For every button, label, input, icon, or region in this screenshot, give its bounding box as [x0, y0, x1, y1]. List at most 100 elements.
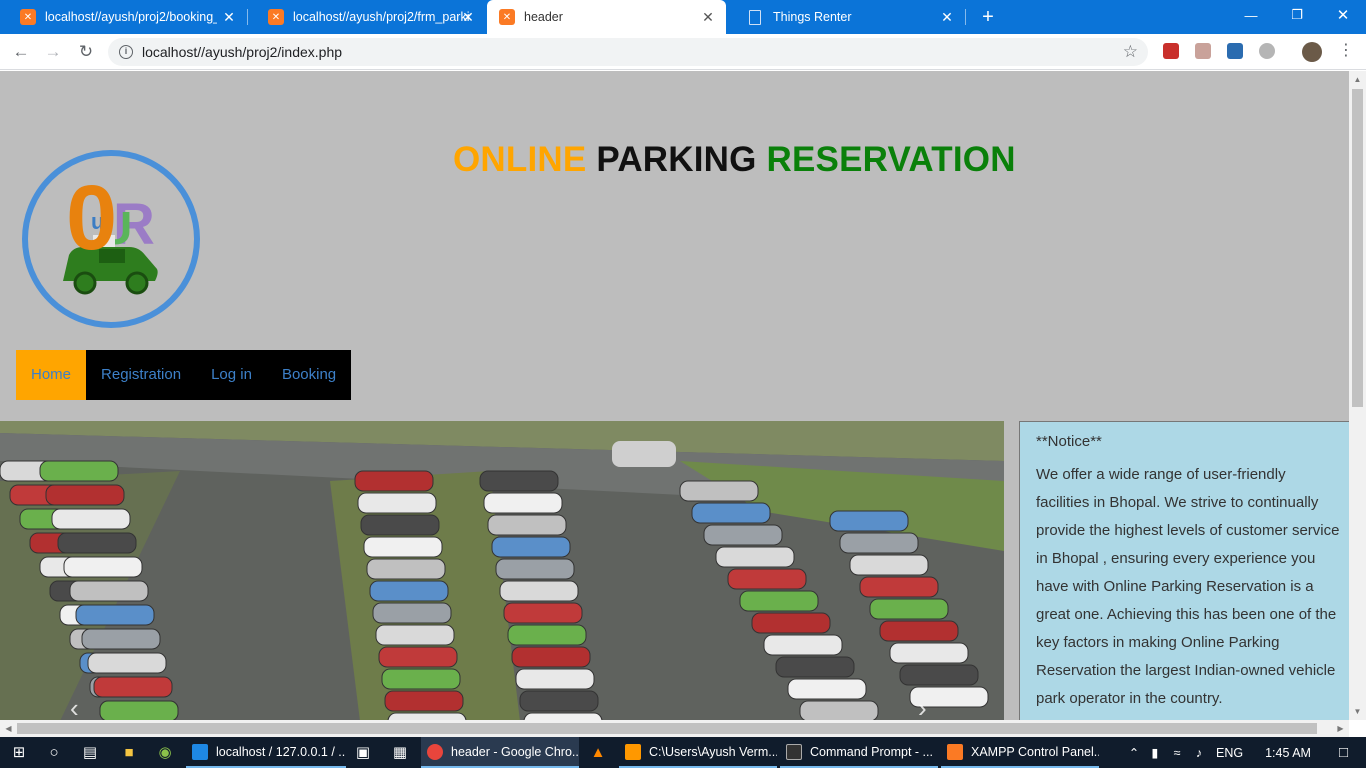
- parked-car: [372, 602, 452, 624]
- tab-close-icon[interactable]: ✕: [221, 9, 237, 25]
- extension-icon[interactable]: [1259, 43, 1275, 59]
- parked-car: [487, 514, 567, 536]
- menu-login[interactable]: Log in: [196, 350, 267, 400]
- language-indicator[interactable]: ENG: [1216, 746, 1243, 760]
- parked-car: [57, 532, 137, 554]
- tab-separator: [965, 9, 966, 25]
- profile-avatar[interactable]: [1302, 42, 1322, 62]
- browser-tab-things-renter[interactable]: Things Renter ✕: [727, 0, 965, 34]
- parked-car: [511, 646, 591, 668]
- vertical-scrollbar[interactable]: ▲ ▼: [1349, 71, 1366, 720]
- main-menu: Home Registration Log in Booking: [16, 350, 352, 400]
- notification-icon[interactable]: □: [1339, 744, 1348, 761]
- parked-car: [691, 502, 771, 524]
- parked-car: [75, 604, 155, 626]
- menu-booking[interactable]: Booking: [267, 350, 351, 400]
- parked-car: [366, 558, 446, 580]
- title-parking: PARKING: [596, 140, 757, 179]
- tab-title: localhost//ayush/proj2/frm_parki: [293, 10, 469, 24]
- scroll-up-icon[interactable]: ▲: [1349, 71, 1366, 88]
- tab-close-icon[interactable]: ✕: [939, 9, 955, 25]
- sublime-icon: [625, 743, 641, 760]
- task-view-icon[interactable]: ▤: [80, 743, 100, 763]
- volume-icon[interactable]: ♪: [1188, 746, 1210, 760]
- tab-title: header: [524, 10, 563, 24]
- parked-car: [499, 580, 579, 602]
- parked-car: [45, 484, 125, 506]
- tab-title: localhost//ayush/proj2/booking_: [45, 10, 217, 24]
- app-icon[interactable]: ◉: [155, 743, 175, 763]
- file-explorer-icon[interactable]: ■: [119, 743, 139, 763]
- clock[interactable]: 1:45 AM: [1265, 746, 1311, 760]
- wifi-icon[interactable]: ≈: [1166, 746, 1188, 760]
- tab-close-icon[interactable]: ✕: [700, 9, 716, 25]
- bookmark-star-icon[interactable]: ☆: [1123, 42, 1138, 62]
- menu-registration[interactable]: Registration: [86, 350, 196, 400]
- windows-start-icon[interactable]: ⊞: [9, 743, 29, 763]
- scroll-left-icon[interactable]: ◀: [0, 720, 17, 737]
- parked-car: [483, 492, 563, 514]
- scroll-right-icon[interactable]: ▶: [1332, 720, 1349, 737]
- browser-tab-header[interactable]: ✕ header ✕: [487, 0, 726, 34]
- notice-panel: **Notice** We offer a wide range of user…: [1019, 421, 1349, 720]
- parked-car: [387, 712, 467, 720]
- minimize-icon[interactable]: —: [1228, 0, 1274, 30]
- vertical-scroll-thumb[interactable]: [1352, 89, 1363, 407]
- parked-car: [378, 646, 458, 668]
- horizontal-scroll-thumb[interactable]: [17, 723, 1317, 734]
- parked-car: [503, 602, 583, 624]
- taskbar-item-label: localhost / 127.0.0.1 / ...: [216, 744, 346, 759]
- pdf-extension-icon[interactable]: [1195, 43, 1211, 59]
- parked-car: [879, 620, 959, 642]
- battery-icon[interactable]: ▮: [1144, 745, 1166, 760]
- browser-tab-frm-parking[interactable]: ✕ localhost//ayush/proj2/frm_parki ✕: [248, 0, 486, 34]
- scroll-down-icon[interactable]: ▼: [1349, 703, 1366, 720]
- browser-tab-booking[interactable]: ✕ localhost//ayush/proj2/booking_ ✕: [0, 0, 247, 34]
- parked-car: [715, 546, 795, 568]
- extension-icon[interactable]: [1227, 43, 1243, 59]
- back-icon[interactable]: ←: [10, 41, 32, 63]
- forward-icon[interactable]: →: [42, 41, 64, 63]
- store-icon[interactable]: ▣: [353, 743, 373, 763]
- window-close-icon[interactable]: ✕: [1320, 0, 1366, 30]
- taskbar-item-label: XAMPP Control Panel...: [971, 744, 1099, 759]
- parked-car: [889, 642, 969, 664]
- vlc-icon[interactable]: ▲: [588, 743, 608, 763]
- new-tab-button[interactable]: +: [978, 7, 998, 27]
- parked-car: [763, 634, 843, 656]
- app-icon[interactable]: ▦: [390, 743, 410, 763]
- reload-icon[interactable]: ↻: [75, 41, 97, 63]
- tab-close-icon[interactable]: ✕: [460, 9, 476, 25]
- chevron-up-icon[interactable]: ⌃: [1124, 745, 1144, 760]
- taskbar-item-sublime[interactable]: C:\Users\Ayush Verm...: [619, 737, 777, 768]
- carousel-prev-icon: ‹: [70, 693, 79, 720]
- taskbar-item-xampp[interactable]: XAMPP Control Panel...: [941, 737, 1099, 768]
- parked-car: [479, 470, 559, 492]
- taskbar-item-edge[interactable]: localhost / 127.0.0.1 / ...: [186, 737, 346, 768]
- address-bar[interactable]: i localhost//ayush/proj2/index.php ☆: [108, 38, 1148, 66]
- edge-icon: [192, 743, 208, 760]
- menu-home[interactable]: Home: [16, 350, 87, 400]
- xampp-icon: [947, 743, 963, 760]
- parked-car: [69, 580, 149, 602]
- taskbar-item-label: header - Google Chro...: [451, 744, 579, 759]
- site-info-icon[interactable]: i: [119, 45, 133, 59]
- document-icon: [749, 9, 761, 25]
- taskbar-item-chrome[interactable]: header - Google Chro...: [421, 737, 579, 768]
- restore-icon[interactable]: ❐: [1274, 0, 1320, 30]
- parked-car: [87, 652, 167, 674]
- parked-car: [360, 514, 440, 536]
- parked-car: [93, 676, 173, 698]
- parked-car: [899, 664, 979, 686]
- tab-title: Things Renter: [773, 10, 852, 24]
- notice-title: **Notice**: [1036, 433, 1102, 450]
- site-logo: R U u 0: [22, 150, 200, 328]
- chrome-icon: [427, 743, 443, 760]
- xampp-icon: ✕: [20, 9, 36, 25]
- taskbar-item-cmd[interactable]: Command Prompt - ...: [780, 737, 938, 768]
- shield-extension-icon[interactable]: [1163, 43, 1179, 59]
- chrome-menu-icon[interactable]: ⋮: [1338, 41, 1354, 61]
- search-icon[interactable]: ○: [44, 743, 64, 763]
- horizontal-scrollbar[interactable]: ◀ ▶: [0, 720, 1349, 737]
- url-text: localhost//ayush/proj2/index.php: [142, 44, 343, 60]
